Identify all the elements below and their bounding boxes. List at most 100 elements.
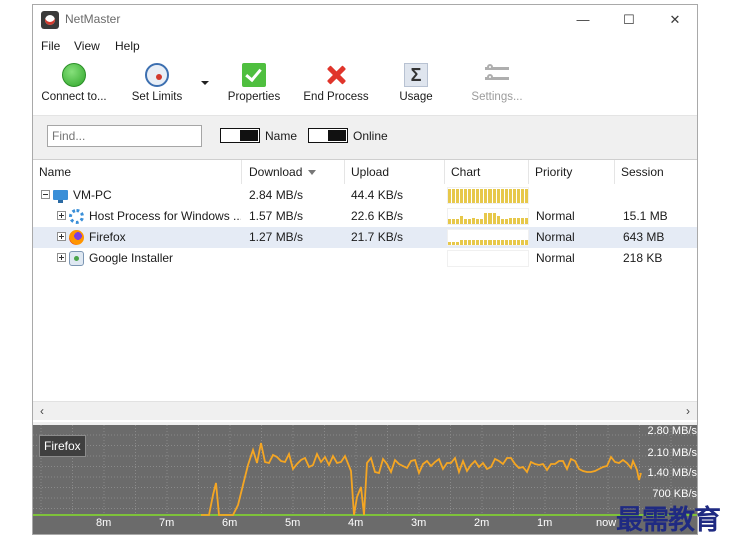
table-row[interactable]: Firefox 1.27 MB/s 21.7 KB/s Normal 643 MB xyxy=(33,227,697,248)
graph-x-label: 7m xyxy=(159,517,175,529)
download-cell: 1.27 MB/s xyxy=(249,230,304,244)
mini-chart-bar xyxy=(484,189,488,203)
bandwidth-graph: Firefox 2.80 MB/s 2.10 MB/s 1.40 MB/s 70… xyxy=(33,425,697,534)
table-row[interactable]: Google Installer Normal 218 KB xyxy=(33,248,697,269)
mini-chart-bar xyxy=(480,240,484,245)
connect-button[interactable]: Connect to... xyxy=(39,63,109,103)
mini-chart-bar xyxy=(488,189,492,203)
process-name: Firefox xyxy=(89,230,126,244)
minimize-button[interactable]: — xyxy=(560,5,606,35)
mini-chart-bar xyxy=(520,218,524,224)
set-limits-dropdown-icon[interactable] xyxy=(201,81,209,85)
find-input[interactable] xyxy=(47,125,202,147)
mini-chart-bar xyxy=(460,240,464,245)
end-process-button[interactable]: End Process xyxy=(301,63,371,103)
mini-chart-bar xyxy=(448,189,452,203)
toolbar: Connect to... Set Limits Properties End … xyxy=(33,57,697,115)
title-bar[interactable]: NetMaster — ☐ ✕ xyxy=(33,5,697,35)
mini-chart-bar xyxy=(488,213,492,224)
settings-button[interactable]: Settings... xyxy=(465,63,529,103)
mini-chart-bar xyxy=(516,189,520,203)
properties-label: Properties xyxy=(227,91,281,103)
mini-chart-bar xyxy=(456,219,460,224)
menu-view[interactable]: View xyxy=(74,39,100,53)
online-toggle[interactable] xyxy=(308,128,348,143)
mini-chart-bar xyxy=(472,240,476,245)
app-logo-icon xyxy=(41,11,59,29)
process-list: Name Download Upload Chart Priority Sess… xyxy=(33,159,697,422)
graph-x-label: 2m xyxy=(474,517,490,529)
table-row[interactable]: Host Process for Windows ... 1.57 MB/s 22.… xyxy=(33,206,697,227)
mini-chart-bar xyxy=(512,218,516,224)
mini-chart-bar xyxy=(504,189,508,203)
mini-chart-bar xyxy=(480,189,484,203)
close-button[interactable]: ✕ xyxy=(652,5,697,35)
properties-button[interactable]: Properties xyxy=(221,63,287,103)
column-header-name-label: Name xyxy=(39,165,72,179)
column-header-session-label: Session xyxy=(621,165,664,179)
expand-plus-icon[interactable] xyxy=(57,253,66,262)
session-cell: 643 MB xyxy=(623,230,665,244)
mini-chart-bar xyxy=(516,218,520,224)
mini-chart-bar xyxy=(456,242,460,245)
mini-chart-bar xyxy=(524,240,528,245)
mini-chart-bar xyxy=(496,189,500,203)
usage-label: Usage xyxy=(399,91,433,103)
row-mini-chart xyxy=(447,250,529,267)
column-header-download[interactable]: Download xyxy=(243,160,345,184)
usage-button[interactable]: Σ Usage xyxy=(393,63,439,103)
mini-chart-bar xyxy=(452,242,456,245)
session-cell: 218 KB xyxy=(623,251,663,265)
upload-cell: 21.7 KB/s xyxy=(351,230,404,244)
mini-chart-bar xyxy=(504,240,508,245)
mini-chart-bar xyxy=(500,240,504,245)
mini-chart-bar xyxy=(456,189,460,203)
row-mini-chart xyxy=(447,229,529,246)
column-header-upload-label: Upload xyxy=(351,165,390,179)
upload-cell: 22.6 KB/s xyxy=(351,209,404,223)
firefox-icon xyxy=(69,230,84,245)
horizontal-scrollbar[interactable]: ‹ › xyxy=(33,401,697,420)
mini-chart-bar xyxy=(448,219,452,224)
set-limits-label: Set Limits xyxy=(131,91,183,103)
mini-chart-bar xyxy=(524,218,528,224)
column-header-name[interactable]: Name xyxy=(33,160,242,184)
mini-chart-bar xyxy=(460,216,464,224)
priority-cell: Normal xyxy=(536,251,575,265)
column-header-session[interactable]: Session xyxy=(615,160,697,184)
mini-chart-bar xyxy=(492,240,496,245)
scroll-left-icon[interactable]: ‹ xyxy=(33,402,51,420)
name-toggle[interactable] xyxy=(220,128,260,143)
check-icon xyxy=(242,63,266,87)
column-header-chart[interactable]: Chart xyxy=(445,160,529,184)
graph-x-label: 4m xyxy=(348,517,364,529)
sigma-icon: Σ xyxy=(404,63,428,87)
expand-plus-icon[interactable] xyxy=(57,211,66,220)
mini-chart-bar xyxy=(500,219,504,224)
window-title: NetMaster xyxy=(65,12,121,26)
collapse-minus-icon[interactable] xyxy=(41,190,50,199)
scroll-right-icon[interactable]: › xyxy=(679,402,697,420)
name-toggle-label: Name xyxy=(265,129,298,143)
column-header-upload[interactable]: Upload xyxy=(345,160,445,184)
mini-chart-bar xyxy=(484,240,488,245)
mini-chart-bar xyxy=(452,219,456,224)
process-name: Host Process for Windows ... xyxy=(89,209,241,223)
mini-chart-bar xyxy=(520,189,524,203)
set-limits-button[interactable]: Set Limits xyxy=(125,63,189,103)
menu-help[interactable]: Help xyxy=(115,39,140,53)
mini-chart-bar xyxy=(504,219,508,224)
mini-chart-bar xyxy=(468,219,472,224)
mini-chart-bar xyxy=(476,189,480,203)
graph-x-label: 1m xyxy=(537,517,553,529)
table-row[interactable]: VM-PC 2.84 MB/s 44.4 KB/s xyxy=(33,185,697,206)
column-header-priority[interactable]: Priority xyxy=(529,160,615,184)
maximize-button[interactable]: ☐ xyxy=(606,5,652,35)
mini-chart-bar xyxy=(464,189,468,203)
mini-chart-bar xyxy=(476,240,480,245)
mini-chart-bar xyxy=(472,218,476,224)
installer-icon xyxy=(69,251,84,266)
graph-x-label: 3m xyxy=(411,517,427,529)
menu-file[interactable]: File xyxy=(41,39,60,53)
expand-plus-icon[interactable] xyxy=(57,232,66,241)
